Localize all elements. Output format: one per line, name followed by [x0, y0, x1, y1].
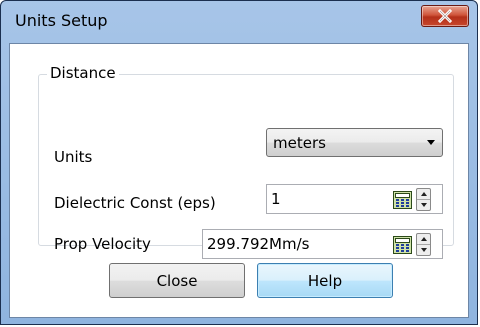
title-bar[interactable]: Units Setup: [1, 1, 477, 41]
prop-velocity-input[interactable]: [207, 234, 387, 254]
distance-group-title: Distance: [47, 64, 119, 82]
dielectric-field: [266, 184, 443, 214]
prop-velocity-spinner: [416, 233, 431, 256]
arrow-up-icon: [420, 192, 427, 196]
window-title: Units Setup: [15, 11, 108, 30]
dielectric-spin-up[interactable]: [417, 189, 430, 200]
close-icon: [437, 9, 453, 23]
close-button[interactable]: Close: [109, 263, 245, 298]
help-button[interactable]: Help: [257, 263, 393, 298]
units-select[interactable]: meters: [266, 128, 443, 157]
dielectric-input[interactable]: [271, 189, 381, 209]
units-selected-value: meters: [273, 134, 326, 152]
prop-velocity-label: Prop Velocity: [54, 235, 151, 253]
prop-velocity-field: [202, 229, 443, 259]
prop-velocity-spin-up[interactable]: [417, 234, 430, 245]
units-setup-dialog: Units Setup Distance Units meters Dielec…: [0, 0, 478, 325]
window-close-button[interactable]: [421, 5, 469, 27]
calculator-icon[interactable]: [393, 236, 412, 254]
dielectric-spin-down[interactable]: [417, 200, 430, 210]
chevron-down-icon: [427, 140, 435, 145]
dialog-body: Distance Units meters Dielectric Const (…: [9, 43, 469, 318]
prop-velocity-spin-down[interactable]: [417, 245, 430, 255]
arrow-down-icon: [420, 248, 427, 252]
calculator-icon[interactable]: [393, 191, 412, 209]
dielectric-spinner: [416, 188, 431, 211]
units-label: Units: [54, 148, 93, 166]
dielectric-label: Dielectric Const (eps): [54, 194, 216, 212]
arrow-down-icon: [420, 203, 427, 207]
distance-group: Distance Units meters Dielectric Const (…: [38, 64, 454, 259]
arrow-up-icon: [420, 237, 427, 241]
